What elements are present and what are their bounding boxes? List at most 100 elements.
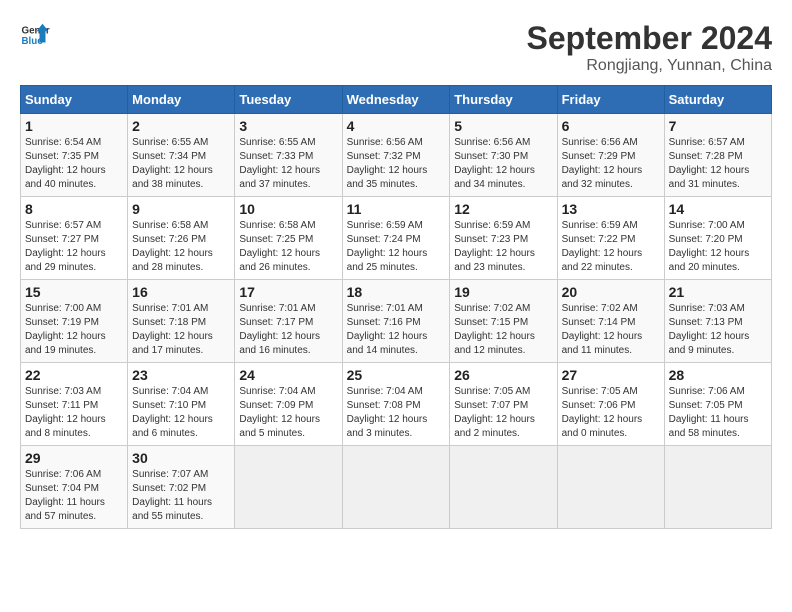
- day-7: 7 Sunrise: 6:57 AM Sunset: 7:28 PM Dayli…: [664, 114, 771, 197]
- day-number: 24: [239, 367, 337, 383]
- title-block: September 2024 Rongjiang, Yunnan, China: [527, 20, 772, 75]
- col-sunday: Sunday: [21, 86, 128, 114]
- day-number: 22: [25, 367, 123, 383]
- day-info: Sunrise: 7:02 AM Sunset: 7:14 PM Dayligh…: [562, 302, 660, 358]
- day-info: Sunrise: 7:07 AM Sunset: 7:02 PM Dayligh…: [132, 468, 230, 524]
- day-21: 21 Sunrise: 7:03 AM Sunset: 7:13 PM Dayl…: [664, 280, 771, 363]
- page-header: General Blue September 2024 Rongjiang, Y…: [20, 20, 772, 75]
- day-number: 27: [562, 367, 660, 383]
- day-number: 26: [454, 367, 552, 383]
- day-number: 3: [239, 118, 337, 134]
- day-23: 23 Sunrise: 7:04 AM Sunset: 7:10 PM Dayl…: [128, 363, 235, 446]
- week-row-4: 22 Sunrise: 7:03 AM Sunset: 7:11 PM Dayl…: [21, 363, 772, 446]
- day-15: 15 Sunrise: 7:00 AM Sunset: 7:19 PM Dayl…: [21, 280, 128, 363]
- day-number: 11: [347, 201, 446, 217]
- day-info: Sunrise: 7:02 AM Sunset: 7:15 PM Dayligh…: [454, 302, 552, 358]
- day-6: 6 Sunrise: 6:56 AM Sunset: 7:29 PM Dayli…: [557, 114, 664, 197]
- day-info: Sunrise: 7:03 AM Sunset: 7:11 PM Dayligh…: [25, 385, 123, 441]
- day-2: 2 Sunrise: 6:55 AM Sunset: 7:34 PM Dayli…: [128, 114, 235, 197]
- header-row: Sunday Monday Tuesday Wednesday Thursday…: [21, 86, 772, 114]
- col-friday: Friday: [557, 86, 664, 114]
- day-number: 2: [132, 118, 230, 134]
- day-number: 29: [25, 450, 123, 466]
- week-row-5: 29 Sunrise: 7:06 AM Sunset: 7:04 PM Dayl…: [21, 446, 772, 529]
- day-28: 28 Sunrise: 7:06 AM Sunset: 7:05 PM Dayl…: [664, 363, 771, 446]
- empty-cell: [557, 446, 664, 529]
- day-number: 23: [132, 367, 230, 383]
- col-saturday: Saturday: [664, 86, 771, 114]
- day-number: 5: [454, 118, 552, 134]
- day-number: 10: [239, 201, 337, 217]
- day-12: 12 Sunrise: 6:59 AM Sunset: 7:23 PM Dayl…: [450, 197, 557, 280]
- day-info: Sunrise: 6:58 AM Sunset: 7:25 PM Dayligh…: [239, 219, 337, 275]
- day-info: Sunrise: 6:55 AM Sunset: 7:34 PM Dayligh…: [132, 136, 230, 192]
- day-14: 14 Sunrise: 7:00 AM Sunset: 7:20 PM Dayl…: [664, 197, 771, 280]
- logo: General Blue: [20, 20, 50, 50]
- col-thursday: Thursday: [450, 86, 557, 114]
- day-info: Sunrise: 6:56 AM Sunset: 7:32 PM Dayligh…: [347, 136, 446, 192]
- empty-cell: [235, 446, 342, 529]
- week-row-2: 8 Sunrise: 6:57 AM Sunset: 7:27 PM Dayli…: [21, 197, 772, 280]
- day-11: 11 Sunrise: 6:59 AM Sunset: 7:24 PM Dayl…: [342, 197, 450, 280]
- empty-cell: [342, 446, 450, 529]
- day-info: Sunrise: 7:06 AM Sunset: 7:04 PM Dayligh…: [25, 468, 123, 524]
- day-29: 29 Sunrise: 7:06 AM Sunset: 7:04 PM Dayl…: [21, 446, 128, 529]
- week-row-3: 15 Sunrise: 7:00 AM Sunset: 7:19 PM Dayl…: [21, 280, 772, 363]
- day-10: 10 Sunrise: 6:58 AM Sunset: 7:25 PM Dayl…: [235, 197, 342, 280]
- location-subtitle: Rongjiang, Yunnan, China: [527, 57, 772, 75]
- day-number: 19: [454, 284, 552, 300]
- day-18: 18 Sunrise: 7:01 AM Sunset: 7:16 PM Dayl…: [342, 280, 450, 363]
- day-19: 19 Sunrise: 7:02 AM Sunset: 7:15 PM Dayl…: [450, 280, 557, 363]
- day-info: Sunrise: 7:04 AM Sunset: 7:10 PM Dayligh…: [132, 385, 230, 441]
- day-27: 27 Sunrise: 7:05 AM Sunset: 7:06 PM Dayl…: [557, 363, 664, 446]
- day-info: Sunrise: 6:56 AM Sunset: 7:29 PM Dayligh…: [562, 136, 660, 192]
- day-number: 18: [347, 284, 446, 300]
- day-info: Sunrise: 7:00 AM Sunset: 7:19 PM Dayligh…: [25, 302, 123, 358]
- day-number: 7: [669, 118, 767, 134]
- day-info: Sunrise: 6:58 AM Sunset: 7:26 PM Dayligh…: [132, 219, 230, 275]
- day-number: 28: [669, 367, 767, 383]
- day-info: Sunrise: 7:06 AM Sunset: 7:05 PM Dayligh…: [669, 385, 767, 441]
- day-info: Sunrise: 6:55 AM Sunset: 7:33 PM Dayligh…: [239, 136, 337, 192]
- day-info: Sunrise: 7:04 AM Sunset: 7:08 PM Dayligh…: [347, 385, 446, 441]
- col-monday: Monday: [128, 86, 235, 114]
- day-info: Sunrise: 6:59 AM Sunset: 7:24 PM Dayligh…: [347, 219, 446, 275]
- calendar-table: Sunday Monday Tuesday Wednesday Thursday…: [20, 85, 772, 529]
- day-5: 5 Sunrise: 6:56 AM Sunset: 7:30 PM Dayli…: [450, 114, 557, 197]
- day-number: 6: [562, 118, 660, 134]
- day-3: 3 Sunrise: 6:55 AM Sunset: 7:33 PM Dayli…: [235, 114, 342, 197]
- empty-cell: [664, 446, 771, 529]
- day-number: 20: [562, 284, 660, 300]
- day-info: Sunrise: 7:05 AM Sunset: 7:06 PM Dayligh…: [562, 385, 660, 441]
- week-row-1: 1 Sunrise: 6:54 AM Sunset: 7:35 PM Dayli…: [21, 114, 772, 197]
- day-number: 30: [132, 450, 230, 466]
- day-info: Sunrise: 7:04 AM Sunset: 7:09 PM Dayligh…: [239, 385, 337, 441]
- day-info: Sunrise: 7:00 AM Sunset: 7:20 PM Dayligh…: [669, 219, 767, 275]
- day-number: 12: [454, 201, 552, 217]
- day-25: 25 Sunrise: 7:04 AM Sunset: 7:08 PM Dayl…: [342, 363, 450, 446]
- day-24: 24 Sunrise: 7:04 AM Sunset: 7:09 PM Dayl…: [235, 363, 342, 446]
- day-number: 4: [347, 118, 446, 134]
- day-8: 8 Sunrise: 6:57 AM Sunset: 7:27 PM Dayli…: [21, 197, 128, 280]
- day-number: 13: [562, 201, 660, 217]
- day-info: Sunrise: 7:03 AM Sunset: 7:13 PM Dayligh…: [669, 302, 767, 358]
- day-number: 9: [132, 201, 230, 217]
- day-26: 26 Sunrise: 7:05 AM Sunset: 7:07 PM Dayl…: [450, 363, 557, 446]
- month-title: September 2024: [527, 20, 772, 57]
- day-4: 4 Sunrise: 6:56 AM Sunset: 7:32 PM Dayli…: [342, 114, 450, 197]
- day-9: 9 Sunrise: 6:58 AM Sunset: 7:26 PM Dayli…: [128, 197, 235, 280]
- day-22: 22 Sunrise: 7:03 AM Sunset: 7:11 PM Dayl…: [21, 363, 128, 446]
- day-number: 17: [239, 284, 337, 300]
- day-info: Sunrise: 6:59 AM Sunset: 7:22 PM Dayligh…: [562, 219, 660, 275]
- col-wednesday: Wednesday: [342, 86, 450, 114]
- day-info: Sunrise: 7:05 AM Sunset: 7:07 PM Dayligh…: [454, 385, 552, 441]
- day-number: 1: [25, 118, 123, 134]
- day-17: 17 Sunrise: 7:01 AM Sunset: 7:17 PM Dayl…: [235, 280, 342, 363]
- day-number: 14: [669, 201, 767, 217]
- empty-cell: [450, 446, 557, 529]
- day-1: 1 Sunrise: 6:54 AM Sunset: 7:35 PM Dayli…: [21, 114, 128, 197]
- day-20: 20 Sunrise: 7:02 AM Sunset: 7:14 PM Dayl…: [557, 280, 664, 363]
- day-number: 8: [25, 201, 123, 217]
- day-info: Sunrise: 6:54 AM Sunset: 7:35 PM Dayligh…: [25, 136, 123, 192]
- day-info: Sunrise: 6:56 AM Sunset: 7:30 PM Dayligh…: [454, 136, 552, 192]
